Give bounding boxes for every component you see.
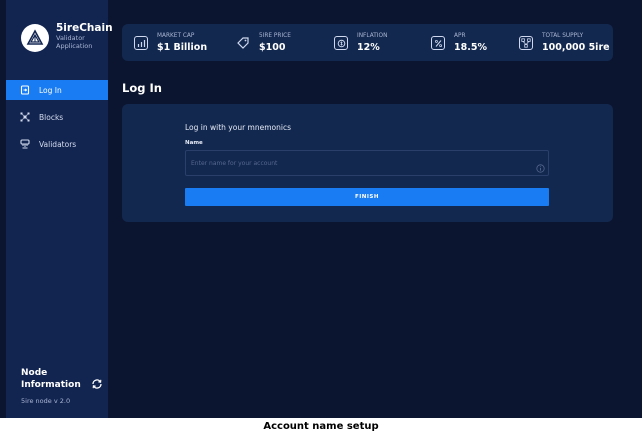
sidebar-nav: Log In Blocks Validators [6,80,108,161]
validator-app-window: 5ireChain Validator Application Log In B… [0,0,642,418]
percent-icon [431,36,445,50]
login-icon [20,85,30,95]
stat-label: INFLATION [357,32,388,39]
page-title: Log In [122,81,162,95]
refresh-icon[interactable] [91,375,103,394]
stat-label: MARKET CAP [157,32,195,39]
name-field-label: Name [185,140,203,146]
validators-icon [20,139,30,149]
blocks-icon [20,112,30,122]
login-card: Log in with your mnemonics Name FINISH [122,104,613,222]
stat-label: APR [454,32,466,39]
node-version: 5ire node v 2.0 [21,397,71,405]
info-icon[interactable] [536,158,545,177]
sidebar-item-validators[interactable]: Validators [6,134,108,154]
app-name: 5ireChain [56,22,113,34]
stat-value: 12% [357,41,380,53]
account-name-input[interactable] [185,150,549,176]
figure-caption: Account name setup [263,421,379,432]
stat-5ire-price: 5IRE PRICE $100 [236,30,291,56]
login-heading: Log in with your mnemonics [185,123,291,132]
stat-value: $100 [259,41,286,53]
sidebar-item-label: Blocks [39,112,64,122]
stat-label: TOTAL SUPPLY [542,32,584,39]
5irechain-logo [21,24,49,52]
finish-button[interactable]: FINISH [185,188,549,206]
stat-value: 100,000 5ire [542,41,610,53]
stat-inflation: INFLATION 12% [334,30,387,56]
stat-total-supply: TOTAL SUPPLY 100,000 5ire [519,30,610,56]
app-subtitle-line1: Validator [56,34,85,42]
coin-icon [334,36,348,50]
bar-chart-icon [134,36,148,50]
stat-apr: APR 18.5% [431,30,487,56]
stat-market-cap: MARKET CAP $1 Billion [134,30,207,56]
sidebar-item-label: Validators [39,139,77,149]
stats-bar: MARKET CAP $1 Billion 5IRE PRICE $100 IN… [122,24,613,61]
sidebar-item-log-in[interactable]: Log In [6,80,108,100]
sidebar-item-label: Log In [39,85,62,95]
sidebar-item-blocks[interactable]: Blocks [6,107,108,127]
stat-label: 5IRE PRICE [259,32,291,39]
stat-value: $1 Billion [157,41,208,53]
network-icon [519,36,533,50]
sidebar: 5ireChain Validator Application Log In B… [6,0,113,418]
stat-value: 18.5% [454,41,487,53]
brand: 5ireChain Validator Application [21,22,113,52]
app-subtitle-line2: Application [56,42,93,50]
node-information: Node Information 5ire node v 2.0 [21,367,107,405]
price-tag-icon [236,36,250,50]
